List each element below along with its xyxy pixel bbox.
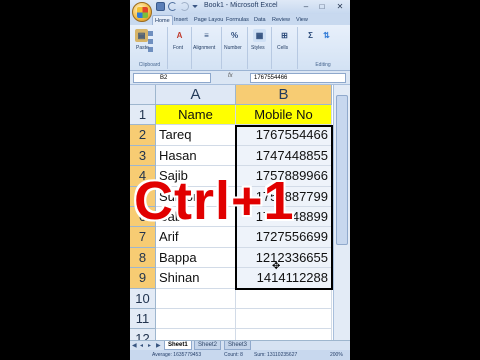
cells-button[interactable]: Cells <box>277 45 288 51</box>
window-title: Book1 - Microsoft Excel <box>204 2 278 9</box>
clipboard-group: ▤ Paste Clipboard <box>132 27 168 69</box>
sort-filter-icon[interactable]: ⇅ <box>320 29 333 42</box>
row-header-3[interactable]: 3 <box>130 145 156 167</box>
zoom-level[interactable]: 200% <box>330 350 343 360</box>
status-count: Count: 8 <box>224 352 243 358</box>
paste-icon[interactable]: ▤ <box>135 29 148 42</box>
undo-icon[interactable] <box>168 2 177 11</box>
vertical-scrollbar[interactable] <box>333 85 350 340</box>
cell-name[interactable]: Tareq <box>156 125 236 146</box>
tab-home[interactable]: Home <box>152 15 173 25</box>
tab-review[interactable]: Review <box>270 15 292 25</box>
formula-input[interactable]: 1767554466 <box>250 73 346 83</box>
cells-icon[interactable]: ⊞ <box>278 29 291 42</box>
cell-name[interactable]: Bappa <box>156 247 236 269</box>
empty-cell[interactable] <box>156 288 236 309</box>
font-group: A Font <box>168 27 192 69</box>
title-bar: Book1 - Microsoft Excel – □ ✕ <box>130 0 350 14</box>
row-header-8[interactable]: 8 <box>130 247 156 269</box>
cell-name[interactable]: Hasan <box>156 145 236 167</box>
name-box[interactable]: B2 <box>133 73 211 83</box>
row-header-10[interactable]: 10 <box>130 288 156 309</box>
editing-group: Σ ⇅ Editing <box>298 27 348 69</box>
sheet-nav-last-icon[interactable]: ▶ <box>156 342 161 349</box>
sum-icon[interactable]: Σ <box>304 29 317 42</box>
close-button[interactable]: ✕ <box>334 1 346 12</box>
tab-page-layout[interactable]: Page Layou <box>192 15 225 25</box>
redo-icon[interactable] <box>180 2 189 11</box>
tab-view[interactable]: View <box>294 15 310 25</box>
sheet-nav-first-icon[interactable]: ◀ <box>132 342 137 349</box>
alignment-icon[interactable]: ≡ <box>200 29 213 42</box>
cell-name[interactable]: Shinan <box>156 268 236 289</box>
sheet-tab-sheet3[interactable]: Sheet3 <box>224 341 252 350</box>
column-header-b[interactable]: B <box>236 85 332 105</box>
font-button[interactable]: Font <box>173 45 183 51</box>
row-header-9[interactable]: 9 <box>130 268 156 289</box>
tab-insert[interactable]: Insert <box>172 15 190 25</box>
empty-cell[interactable] <box>236 288 332 309</box>
copy-icon[interactable] <box>148 39 153 44</box>
save-icon[interactable] <box>156 2 165 11</box>
editing-caption: Editing <box>315 62 331 68</box>
office-logo-icon <box>137 7 148 18</box>
shortcut-overlay-text: Ctrl+1 <box>134 171 295 231</box>
status-bar: Average: 1635779453 Count: 8 Sum: 131102… <box>130 350 350 360</box>
sheet-nav-next-icon[interactable]: ▸ <box>148 342 151 349</box>
alignment-group: ≡ Alignment <box>192 27 222 69</box>
formula-bar: B2 fx 1767554466 <box>130 71 350 85</box>
status-sum: Sum: 13110235627 <box>254 352 298 358</box>
styles-group: ▦ Styles <box>248 27 272 69</box>
cell-mobile[interactable]: 1212336655 <box>236 247 332 269</box>
styles-icon[interactable]: ▦ <box>253 29 266 42</box>
cell-mobile[interactable]: 1414112288 <box>236 268 332 289</box>
number-group: % Number <box>222 27 248 69</box>
cell-cursor-icon: ✥ <box>272 261 281 272</box>
sheet-nav-prev-icon[interactable]: ◂ <box>140 342 143 349</box>
scrollbar-thumb[interactable] <box>336 95 348 245</box>
tab-data[interactable]: Data <box>252 15 268 25</box>
row-header-1[interactable]: 1 <box>130 105 156 126</box>
cells-group: ⊞ Cells <box>272 27 298 69</box>
cell-mobile[interactable]: 1747448855 <box>236 145 332 167</box>
sheet-tab-bar: ◀ ◂ ▸ ▶ Sheet1 Sheet2 Sheet3 <box>130 340 350 350</box>
ribbon: ▤ Paste Clipboard A Font ≡ Alignment % N… <box>130 25 350 71</box>
percent-icon[interactable]: % <box>228 29 241 42</box>
cell-mobile[interactable]: 1767554466 <box>236 125 332 146</box>
empty-cell[interactable] <box>236 309 332 330</box>
minimize-button[interactable]: – <box>300 1 312 12</box>
column-header-a[interactable]: A <box>156 85 236 105</box>
insert-function-icon[interactable]: fx <box>228 73 233 79</box>
tab-formulas[interactable]: Formulas <box>224 15 251 25</box>
maximize-button[interactable]: □ <box>316 1 328 12</box>
row-header-11[interactable]: 11 <box>130 309 156 330</box>
row-header-2[interactable]: 2 <box>130 125 156 146</box>
paste-button[interactable]: Paste <box>136 45 149 51</box>
ribbon-tabs: Home Insert Page Layou Formulas Data Rev… <box>130 14 350 25</box>
cell-b1[interactable]: Mobile No <box>236 105 332 126</box>
select-all-corner[interactable] <box>130 85 156 105</box>
status-average: Average: 1635779453 <box>152 352 202 358</box>
number-button[interactable]: Number <box>224 45 242 51</box>
customize-toolbar-icon[interactable] <box>192 5 198 8</box>
sheet-tab-sheet2[interactable]: Sheet2 <box>194 341 222 350</box>
cut-icon[interactable] <box>148 31 153 36</box>
font-icon[interactable]: A <box>173 29 186 42</box>
styles-button[interactable]: Styles <box>251 45 265 51</box>
cell-a1[interactable]: Name <box>156 105 236 126</box>
sheet-tab-sheet1[interactable]: Sheet1 <box>164 341 192 350</box>
empty-cell[interactable] <box>156 309 236 330</box>
clipboard-caption: Clipboard <box>138 62 161 68</box>
alignment-button[interactable]: Alignment <box>193 45 215 51</box>
quick-access-toolbar <box>156 2 198 11</box>
office-button[interactable] <box>132 2 152 22</box>
